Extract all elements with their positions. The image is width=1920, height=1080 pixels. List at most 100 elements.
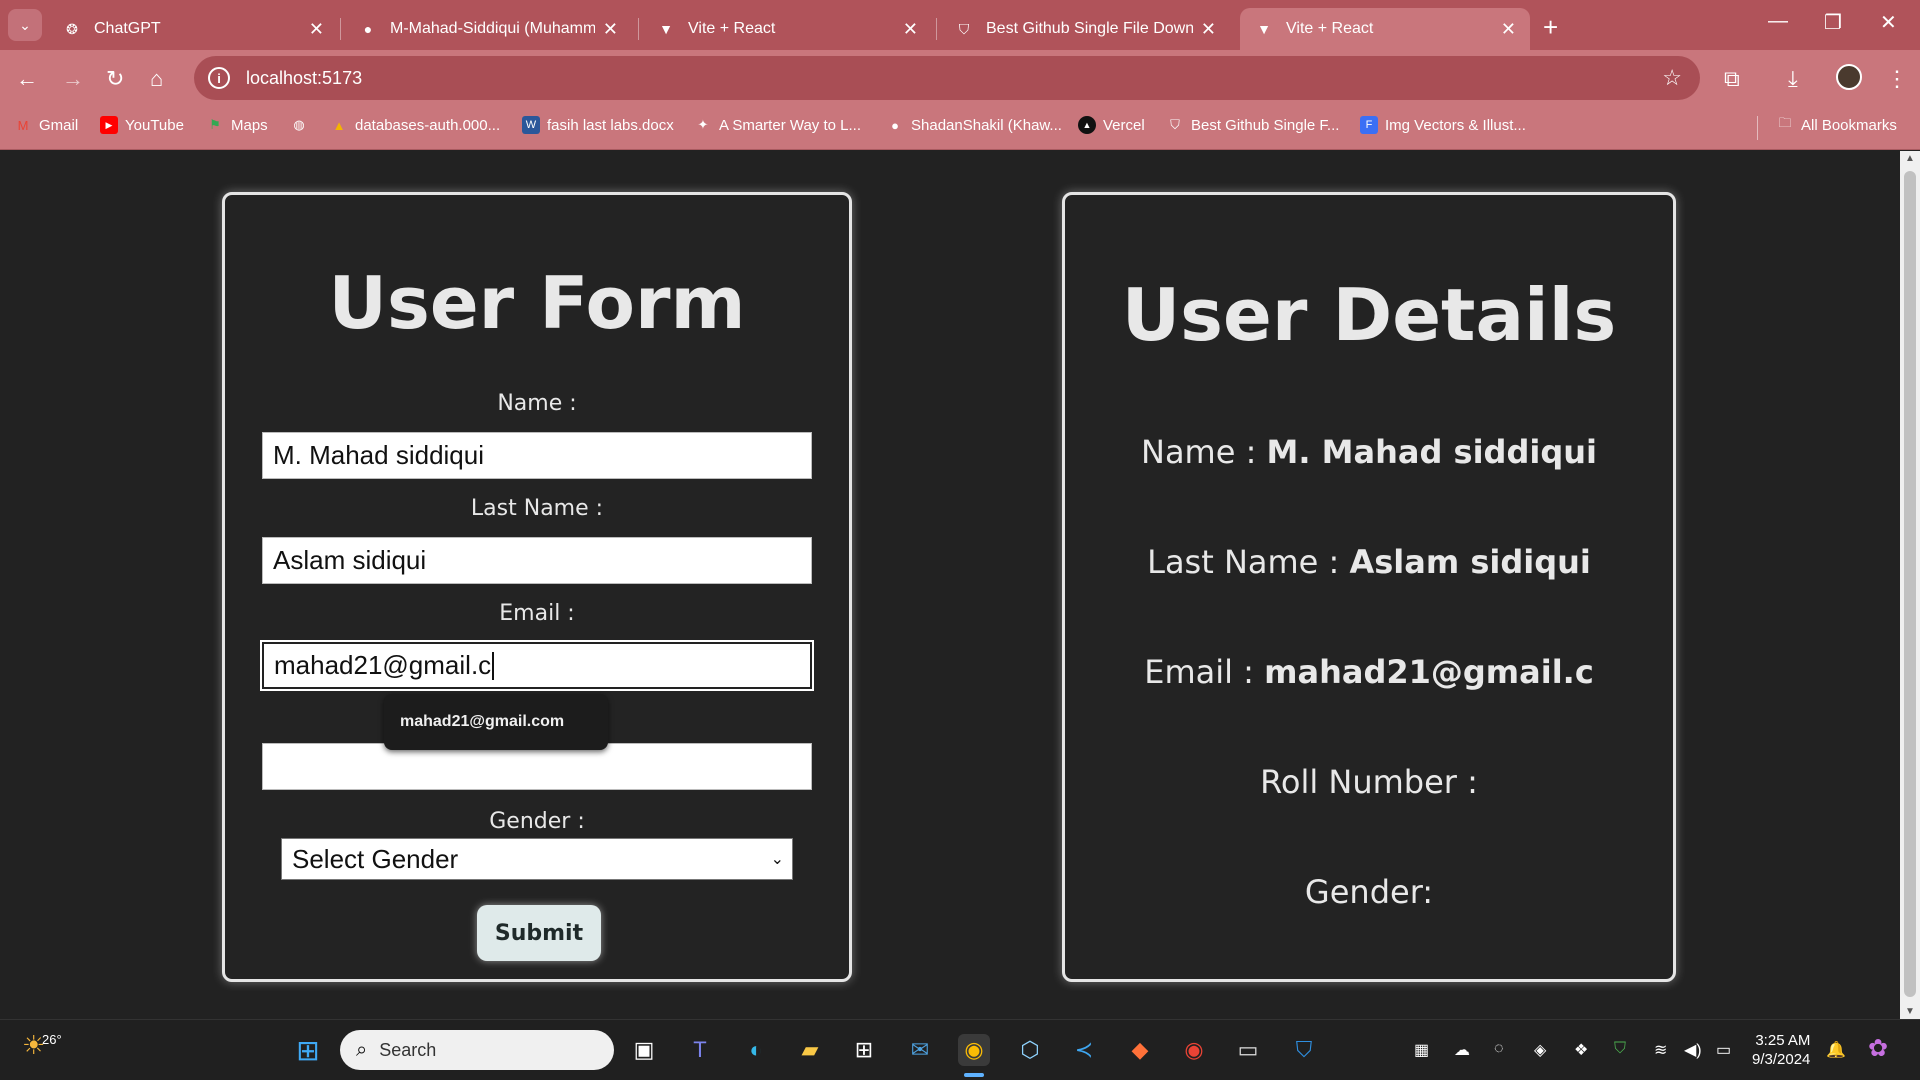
tab-search-button[interactable]: ⌄ xyxy=(8,9,42,41)
security-tray-icon[interactable]: ⛉ xyxy=(1614,1040,1626,1058)
reload-icon[interactable]: ↻ xyxy=(106,66,124,92)
globe-icon: ◍ xyxy=(293,117,305,132)
page-scrollbar[interactable]: ▲ ▼ xyxy=(1900,151,1920,1019)
scroll-up-icon[interactable]: ▲ xyxy=(1905,153,1915,164)
user-details-card: User Details Name : M. Mahad siddiqui La… xyxy=(1062,192,1676,982)
bookmark-maps[interactable]: ⚑ Maps xyxy=(206,116,268,134)
vscode-icon[interactable]: ≺ xyxy=(1068,1034,1100,1066)
task-view-icon[interactable]: ▣ xyxy=(628,1034,660,1066)
chatgpt-icon: ❂ xyxy=(66,20,78,37)
tab-title: ChatGPT xyxy=(94,20,161,37)
close-window-icon[interactable]: ✕ xyxy=(1880,10,1897,35)
wifi-icon[interactable]: ≋ xyxy=(1654,1040,1667,1060)
weather-temp: 26° xyxy=(42,1032,62,1047)
chrome-icon[interactable]: ◉ xyxy=(958,1034,990,1066)
email-input-value: mahad21@gmail.c xyxy=(274,650,492,680)
edge-icon[interactable]: ◐ xyxy=(740,1034,772,1066)
tab-vite-react-active[interactable]: ▼ Vite + React ✕ xyxy=(1240,8,1530,50)
detail-last-name-value: Aslam sidiqui xyxy=(1349,543,1591,581)
detail-last-name-label: Last Name : xyxy=(1147,543,1340,581)
onedrive-icon[interactable]: ☁ xyxy=(1454,1040,1470,1060)
detail-last-name: Last Name : Aslam sidiqui xyxy=(1065,543,1673,581)
tray-teams-icon[interactable]: ❖ xyxy=(1574,1040,1588,1060)
smarter-way-icon: ✦ xyxy=(697,117,709,132)
email-autofill-suggestion[interactable]: mahad21@gmail.com xyxy=(384,694,608,750)
tab-title: M-Mahad-Siddiqui (Muhammad xyxy=(390,20,595,37)
submit-button[interactable]: Submit xyxy=(477,905,601,961)
menu-icon[interactable]: ⋮ xyxy=(1886,66,1908,92)
bookmark-vercel[interactable]: ▲ Vercel xyxy=(1078,116,1145,134)
close-tab-icon[interactable]: ✕ xyxy=(903,19,918,40)
all-bookmarks[interactable]: 🗀 All Bookmarks xyxy=(1776,115,1896,134)
postman-icon[interactable]: ◆ xyxy=(1124,1034,1156,1066)
microsoft-store-icon[interactable]: ⊞ xyxy=(848,1034,880,1066)
bookmark-github-single-file[interactable]: ⛉ Best Github Single F... xyxy=(1166,116,1339,134)
detail-name: Name : M. Mahad siddiqui xyxy=(1065,433,1673,471)
weather-widget[interactable]: ☀ 26° xyxy=(22,1030,62,1061)
chrome-profile-icon[interactable]: ◉ xyxy=(1178,1034,1210,1066)
scroll-down-icon[interactable]: ▼ xyxy=(1905,1006,1915,1017)
volume-icon[interactable]: ◀) xyxy=(1684,1040,1702,1060)
tab-github[interactable]: ● M-Mahad-Siddiqui (Muhammad ✕ xyxy=(344,8,632,50)
file-explorer-icon[interactable]: ▰ xyxy=(794,1034,826,1066)
extensions-icon[interactable]: ⧉ xyxy=(1724,66,1740,92)
bookmark-fasih-labs[interactable]: Wfasih last labs.docx xyxy=(522,116,674,134)
tab-title: Vite + React xyxy=(1286,20,1374,37)
mail-icon[interactable]: ✉ xyxy=(904,1034,936,1066)
roll-number-input[interactable] xyxy=(262,743,812,790)
back-icon[interactable]: ← xyxy=(16,66,38,92)
system-clock[interactable]: 3:25 AM 9/3/2024 xyxy=(1752,1031,1810,1069)
email-input[interactable]: mahad21@gmail.c xyxy=(260,640,814,691)
tab-title: Vite + React xyxy=(688,20,776,37)
tab-vite-react[interactable]: ▼ Vite + React ✕ xyxy=(642,8,932,50)
notification-bell-icon[interactable]: 🔔 xyxy=(1826,1040,1846,1060)
battery-icon[interactable]: ▭ xyxy=(1716,1040,1731,1060)
browser-toolbar: ← → ↻ ⌂ i localhost:5173 ☆ ⧉ ⤓ ⋮ xyxy=(0,50,1920,108)
details-title: User Details xyxy=(1121,273,1617,357)
gender-select[interactable]: Select Gender ⌄ xyxy=(281,838,793,880)
close-tab-icon[interactable]: ✕ xyxy=(603,19,618,40)
tab-github-downloader[interactable]: ⛉ Best Github Single File Downlo ✕ xyxy=(940,8,1230,50)
forward-icon[interactable]: → xyxy=(62,66,84,92)
address-bar[interactable]: i localhost:5173 ☆ xyxy=(194,56,1700,100)
taskbar-search[interactable]: ⌕ Search xyxy=(340,1030,614,1070)
maps-icon: ⚑ xyxy=(209,117,221,132)
package-icon[interactable]: ⬡ xyxy=(1014,1034,1046,1066)
vercel-icon: ▲ xyxy=(1078,116,1096,134)
bookmark-img-vectors[interactable]: F Img Vectors & Illust... xyxy=(1360,116,1526,134)
close-tab-icon[interactable]: ✕ xyxy=(309,19,324,40)
copilot-icon[interactable]: ✿ xyxy=(1868,1034,1888,1063)
youtube-icon: ▶ xyxy=(100,116,118,134)
site-info-icon[interactable]: i xyxy=(208,67,230,89)
defender-icon[interactable]: ⛉ xyxy=(1288,1034,1320,1066)
bookmark-star-icon[interactable]: ☆ xyxy=(1662,65,1682,91)
start-icon[interactable]: ⊞ xyxy=(292,1034,324,1066)
sync-icon[interactable]: ◌ xyxy=(1494,1040,1504,1058)
teams-icon[interactable]: T xyxy=(684,1034,716,1066)
minimize-icon[interactable]: — xyxy=(1768,10,1788,33)
github-icon: ● xyxy=(891,117,899,133)
download-icon[interactable]: ⤓ xyxy=(1788,66,1798,92)
tray-color-icon[interactable]: ◈ xyxy=(1534,1040,1546,1060)
scrollbar-thumb[interactable] xyxy=(1904,171,1916,997)
name-input[interactable]: M. Mahad siddiqui xyxy=(262,432,812,479)
restore-icon[interactable]: ❐ xyxy=(1824,10,1842,35)
terminal-icon[interactable]: ▭ xyxy=(1232,1034,1264,1066)
bookmark-shadanshakil[interactable]: ● ShadanShakil (Khaw... xyxy=(886,116,1062,134)
bookmark-youtube[interactable]: ▶ YouTube xyxy=(100,116,184,134)
bookmark-databases-auth[interactable]: ▲ databases-auth.000... xyxy=(330,116,501,134)
last-name-input[interactable]: Aslam sidiqui xyxy=(262,537,812,584)
new-tab-button[interactable]: + xyxy=(1543,12,1558,43)
avatar[interactable] xyxy=(1836,64,1862,90)
home-icon[interactable]: ⌂ xyxy=(150,66,163,92)
github-icon: ● xyxy=(363,21,373,37)
tab-chatgpt[interactable]: ❂ ChatGPT ✕ xyxy=(48,8,338,50)
detail-gender-label: Gender: xyxy=(1304,873,1434,911)
bookmark-gmail[interactable]: M Gmail xyxy=(14,116,79,134)
close-tab-icon[interactable]: ✕ xyxy=(1501,19,1516,40)
bookmark-globe[interactable]: ◍ xyxy=(290,116,315,134)
close-tab-icon[interactable]: ✕ xyxy=(1201,19,1216,40)
tray-app-icon[interactable]: ▦ xyxy=(1414,1040,1429,1060)
bookmark-smarter-way[interactable]: ✦ A Smarter Way to L... xyxy=(694,116,861,134)
tab-strip: ⌄ ❂ ChatGPT ✕ ● M-Mahad-Siddiqui (Muhamm… xyxy=(0,0,1920,50)
